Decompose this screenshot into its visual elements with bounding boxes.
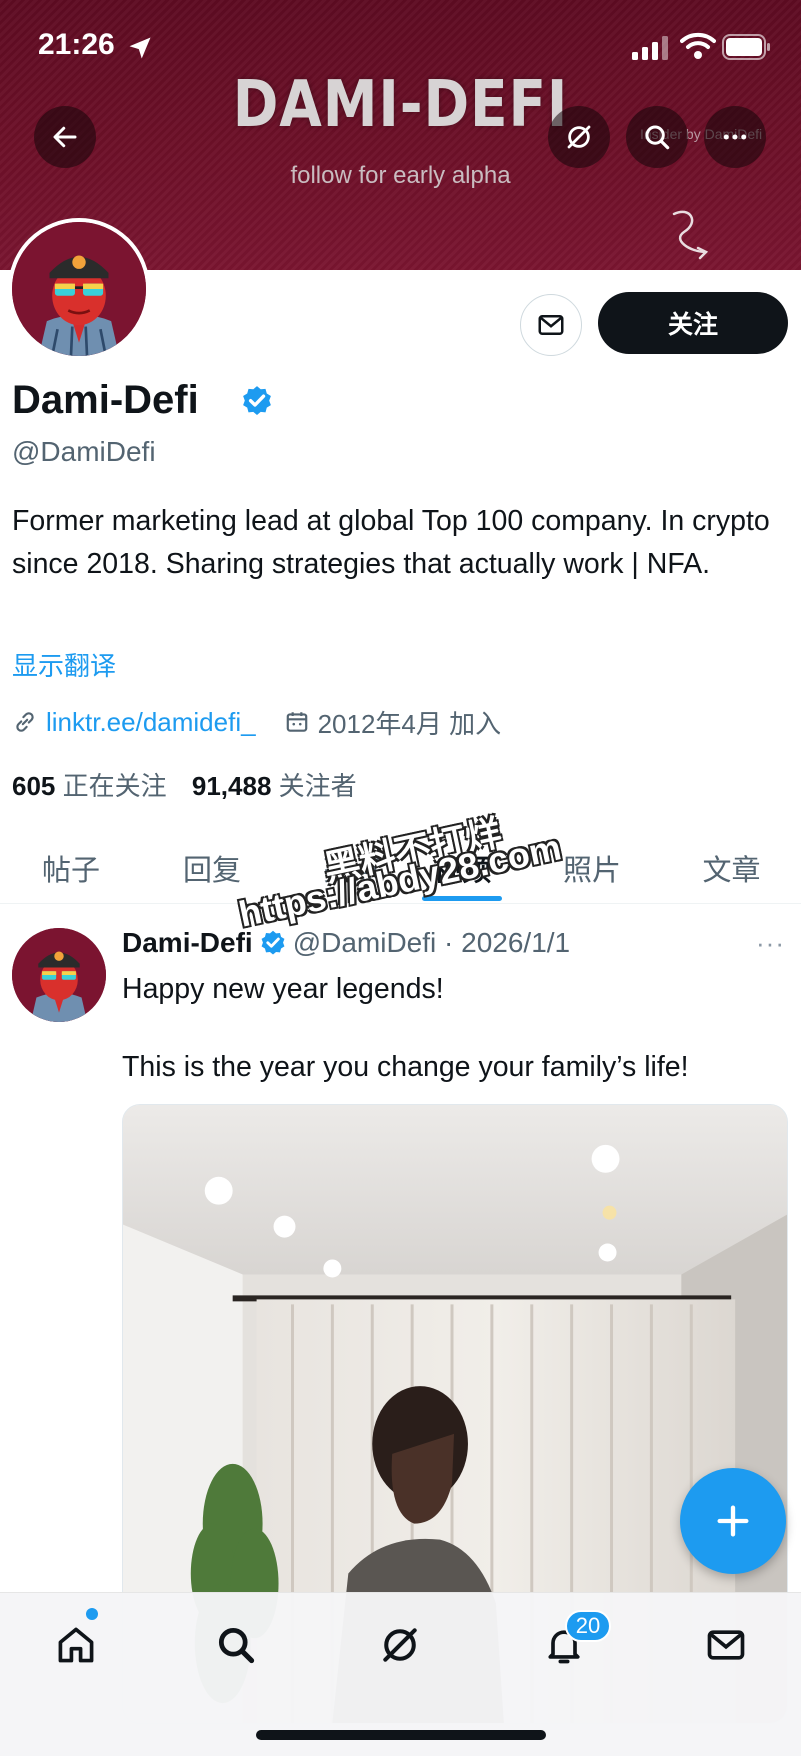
profile-name: Dami-Defi bbox=[12, 378, 199, 422]
verified-badge-icon[interactable] bbox=[240, 384, 274, 418]
wifi-icon bbox=[680, 32, 716, 59]
tab-posts[interactable]: 帖子 bbox=[0, 832, 142, 904]
banner-subtitle: follow for early alpha bbox=[290, 162, 511, 189]
tweet-text: Happy new year legends! This is the year… bbox=[122, 973, 689, 1083]
home-icon bbox=[58, 1627, 94, 1663]
message-button[interactable] bbox=[520, 294, 582, 356]
back-button[interactable] bbox=[34, 106, 96, 168]
more-dots-icon bbox=[723, 134, 747, 140]
joined-date: 2012年4月 加入 bbox=[317, 708, 502, 739]
following-stat[interactable]: 605 正在关注 bbox=[12, 771, 167, 801]
arrow-left-icon bbox=[53, 126, 77, 148]
profile-link[interactable]: linktr.ee/damidefi_ bbox=[46, 707, 256, 738]
search-icon bbox=[645, 125, 670, 150]
tweet-avatar[interactable] bbox=[12, 928, 106, 1022]
profile-meta: linktr.ee/damidefi_ 2012年4月 加入 bbox=[12, 702, 501, 742]
followers-count: 91,488 bbox=[191, 771, 272, 801]
more-options-button[interactable] bbox=[704, 106, 766, 168]
following-label: 正在关注 bbox=[62, 771, 167, 801]
following-count: 605 bbox=[12, 771, 56, 801]
envelope-icon bbox=[707, 1630, 745, 1660]
followers-stat[interactable]: 91,488 关注者 bbox=[192, 771, 357, 801]
compose-post-button[interactable] bbox=[680, 1468, 786, 1574]
nav-home[interactable] bbox=[46, 1615, 106, 1675]
profile-avatar[interactable] bbox=[8, 218, 150, 360]
tweet-author-name[interactable]: Dami-Defi bbox=[122, 927, 253, 959]
verified-badge-icon bbox=[261, 930, 285, 955]
follow-stats: 605 正在关注 91,488 关注者 bbox=[12, 766, 357, 803]
grok-button[interactable] bbox=[548, 106, 610, 168]
curved-arrow-icon bbox=[672, 210, 709, 260]
search-button[interactable] bbox=[626, 106, 688, 168]
follow-button[interactable]: 关注 bbox=[598, 292, 788, 354]
tweet-handle-date[interactable]: @DamiDefi · 2026/1/1 bbox=[293, 927, 570, 959]
active-tab-indicator bbox=[422, 896, 502, 901]
grok-icon bbox=[567, 125, 591, 149]
search-icon bbox=[218, 1627, 255, 1664]
home-unread-dot bbox=[86, 1608, 98, 1620]
tab-articles[interactable]: 文章 bbox=[662, 832, 801, 904]
calendar-icon bbox=[286, 712, 307, 732]
nav-grok[interactable] bbox=[370, 1615, 430, 1675]
home-indicator[interactable] bbox=[256, 1730, 546, 1740]
battery-icon bbox=[722, 34, 770, 60]
status-time: 21:26 bbox=[38, 28, 115, 61]
avatar-character-icon bbox=[12, 928, 106, 1022]
nav-messages[interactable] bbox=[696, 1615, 756, 1675]
tweet-more-button[interactable]: ··· bbox=[756, 928, 785, 959]
profile-bio: Former marketing lead at global Top 100 … bbox=[12, 505, 770, 580]
location-arrow-icon bbox=[129, 37, 151, 59]
tweet-header: Dami-Defi @DamiDefi · 2026/1/1 bbox=[122, 924, 570, 962]
plus-icon bbox=[717, 1505, 749, 1537]
nav-search[interactable] bbox=[206, 1615, 266, 1675]
profile-handle: @DamiDefi bbox=[12, 436, 156, 467]
avatar-character-icon bbox=[12, 222, 146, 356]
cellular-signal-icon bbox=[632, 36, 668, 60]
envelope-icon bbox=[538, 315, 564, 335]
link-icon bbox=[16, 712, 34, 732]
show-translation-link[interactable]: 显示翻译 bbox=[12, 646, 116, 683]
notifications-badge: 20 bbox=[565, 1610, 611, 1642]
followers-label: 关注者 bbox=[278, 771, 357, 801]
status-bar: 21:26 bbox=[0, 0, 801, 96]
grok-icon bbox=[383, 1628, 417, 1662]
